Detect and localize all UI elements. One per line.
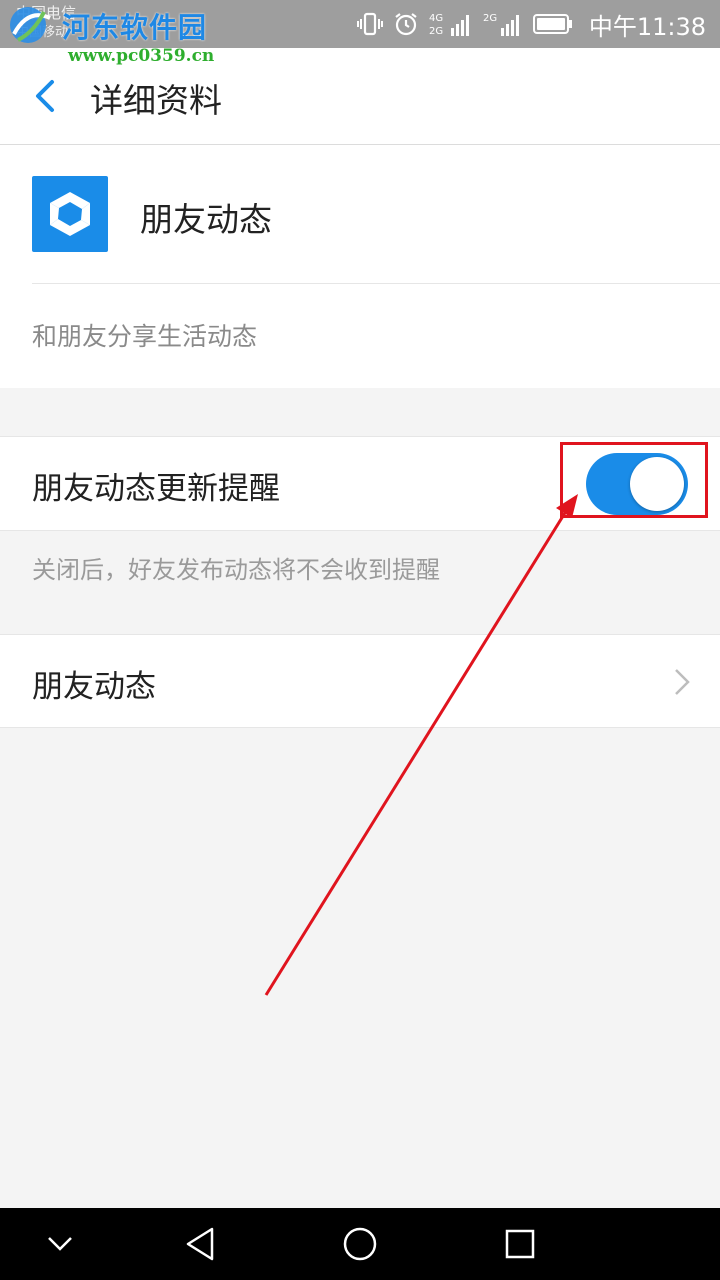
back-triangle-icon[interactable] [182,1224,218,1264]
app-name: 朋友动态 [140,200,272,239]
watermark-logo-icon [10,7,51,43]
toggle-hint: 关闭后，好友发布动态将不会收到提醒 [32,556,440,584]
battery-icon [532,14,572,34]
friend-feed-label: 朋友动态 [32,669,156,705]
status-icons: 4G 2G 2G 中午11:38 [356,0,706,48]
toggle-label: 朋友动态更新提醒 [32,471,280,507]
network-1b-label: 2G [429,26,443,37]
signal-1-icon: 4G 2G [429,13,469,37]
watermark-url: www.pc0359.cn [68,46,215,66]
app-icon [32,176,108,252]
clock: 中午11:38 [588,12,706,41]
page-title: 详细资料 [90,81,222,120]
network-1-label: 4G [429,13,443,24]
system-nav-bar [0,1208,720,1280]
alarm-icon [395,13,417,36]
app-info-card: 朋友动态 和朋友分享生活动态 [0,145,720,388]
recents-square-icon[interactable] [502,1224,538,1264]
chevron-right-icon [675,669,690,695]
aperture-icon [50,192,90,236]
status-bar: 中国电信 中国移动 河东软件园 4G 2G 2G [0,0,720,48]
home-circle-icon[interactable] [340,1224,380,1264]
divider [32,283,720,284]
friend-feed-row[interactable]: 朋友动态 [0,634,720,728]
watermark-text: 河东软件园 [62,11,208,44]
annotation-highlight-box [560,442,708,518]
chevron-down-icon[interactable] [44,1224,76,1264]
network-2-label: 2G [483,13,497,24]
back-icon[interactable] [26,76,66,116]
vibrate-icon [356,12,383,36]
signal-2-icon: 2G [483,13,519,36]
app-description: 和朋友分享生活动态 [32,322,258,351]
